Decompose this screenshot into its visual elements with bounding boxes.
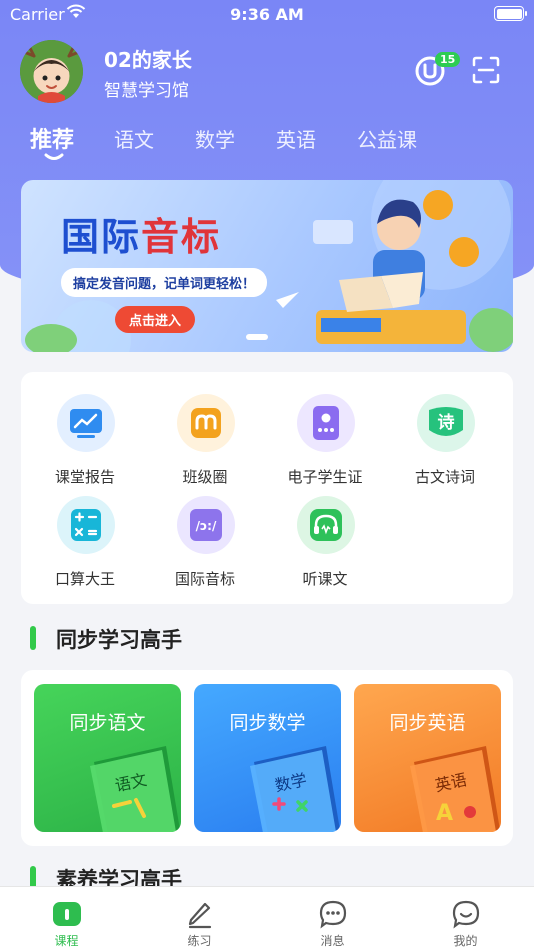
subject-title: 同步数学 [229, 712, 306, 734]
banner-title-part2: 音标 [141, 215, 222, 259]
coin-count-badge: 15 [435, 52, 461, 67]
section-accent-bar [30, 626, 36, 650]
scan-icon[interactable] [472, 56, 500, 84]
section-title: 同步学习高手 [56, 628, 182, 652]
bottom-tab-bar: 课程 练习 消息 我的 [0, 886, 534, 950]
practice-pencil-icon [188, 902, 211, 929]
tool-mental-math[interactable]: 口算大王 [25, 478, 145, 588]
user-name: 02的家长 [104, 48, 192, 72]
message-bubble-icon [319, 900, 346, 929]
subject-cards: 同步语文 语文 同步数学 数学 同步英语 英语 A [21, 670, 513, 846]
tabbar-messages[interactable]: 消息 [266, 887, 399, 950]
tool-class-circle[interactable]: 班级圈 [145, 376, 265, 486]
promo-banner[interactable]: 国际音标 搞定发音问题，记单词更轻松！ 点击进入 [21, 180, 513, 352]
tab-active-indicator [44, 153, 64, 160]
profile-smile-icon [452, 900, 479, 929]
battery-icon [494, 6, 527, 21]
tab-recommend[interactable]: 推荐 [30, 122, 74, 154]
svg-text:A: A [436, 801, 453, 826]
banner-title-part1: 国际 [61, 215, 142, 259]
chart-report-icon [57, 394, 115, 452]
svg-text:诗: 诗 [438, 413, 455, 433]
banner-subtitle: 搞定发音问题，记单词更轻松！ [61, 268, 268, 297]
tool-poetry[interactable]: 诗 古文诗词 [385, 376, 505, 486]
tool-student-card[interactable]: 电子学生证 [265, 376, 385, 486]
status-bar: Carrier 9:36 AM [0, 0, 534, 28]
tool-label: 听课文 [302, 570, 348, 588]
tool-label: 国际音标 [174, 570, 235, 588]
category-tabs: 推荐 语文 数学 英语 公益课 [20, 120, 514, 164]
tool-class-report[interactable]: 课堂报告 [25, 376, 145, 486]
tabbar-label: 我的 [453, 934, 478, 948]
tab-english[interactable]: 英语 [276, 124, 316, 153]
tabbar-label: 练习 [187, 934, 212, 948]
banner-enter-button[interactable]: 点击进入 [115, 306, 196, 333]
tabbar-label: 消息 [320, 934, 345, 948]
svg-text:/ɔ:/: /ɔ:/ [196, 519, 217, 533]
phonetic-icon: /ɔ:/ [177, 496, 235, 554]
calculator-icon [57, 496, 115, 554]
tab-public-course[interactable]: 公益课 [357, 124, 417, 153]
subject-math-card[interactable]: 同步数学 数学 [194, 684, 341, 832]
tabbar-practice[interactable]: 练习 [133, 887, 266, 950]
class-circle-icon [177, 394, 235, 452]
course-icon [52, 902, 81, 926]
tool-phonetic[interactable]: /ɔ:/ 国际音标 [145, 478, 265, 588]
subject-title: 同步语文 [69, 712, 146, 734]
avatar[interactable] [20, 40, 83, 103]
headphones-icon [297, 496, 355, 554]
tabbar-course[interactable]: 课程 [0, 887, 133, 950]
english-book-icon: 英语 A [410, 746, 500, 832]
subject-chinese-card[interactable]: 同步语文 语文 [34, 684, 181, 832]
tab-chinese[interactable]: 语文 [114, 124, 154, 153]
chinese-book-icon: 语文 [90, 746, 180, 832]
tool-listen-text[interactable]: 听课文 [265, 478, 385, 588]
banner-title: 国际音标 [61, 206, 221, 261]
tab-math[interactable]: 数学 [195, 124, 235, 153]
student-card-icon [297, 394, 355, 452]
tools-grid: 课堂报告 班级圈 电子学生证 诗 古文诗词 口算大王 /ɔ:/ 国际音标 听课文 [21, 372, 513, 604]
school-name: 智慧学习馆 [104, 81, 189, 101]
tool-label: 口算大王 [54, 570, 115, 588]
tabbar-profile[interactable]: 我的 [399, 887, 532, 950]
subject-title: 同步英语 [389, 712, 466, 734]
subject-english-card[interactable]: 同步英语 英语 A [354, 684, 501, 832]
tool-label: 古文诗词 [414, 468, 475, 486]
clock: 9:36 AM [230, 5, 304, 24]
tabbar-label: 课程 [54, 934, 79, 948]
profile-header: 02的家长 智慧学习馆 15 [20, 40, 514, 104]
banner-page-indicator [246, 334, 268, 340]
poetry-icon: 诗 [417, 394, 475, 452]
math-book-icon: 数学 [250, 746, 340, 832]
avatar-child-icon [20, 40, 83, 103]
